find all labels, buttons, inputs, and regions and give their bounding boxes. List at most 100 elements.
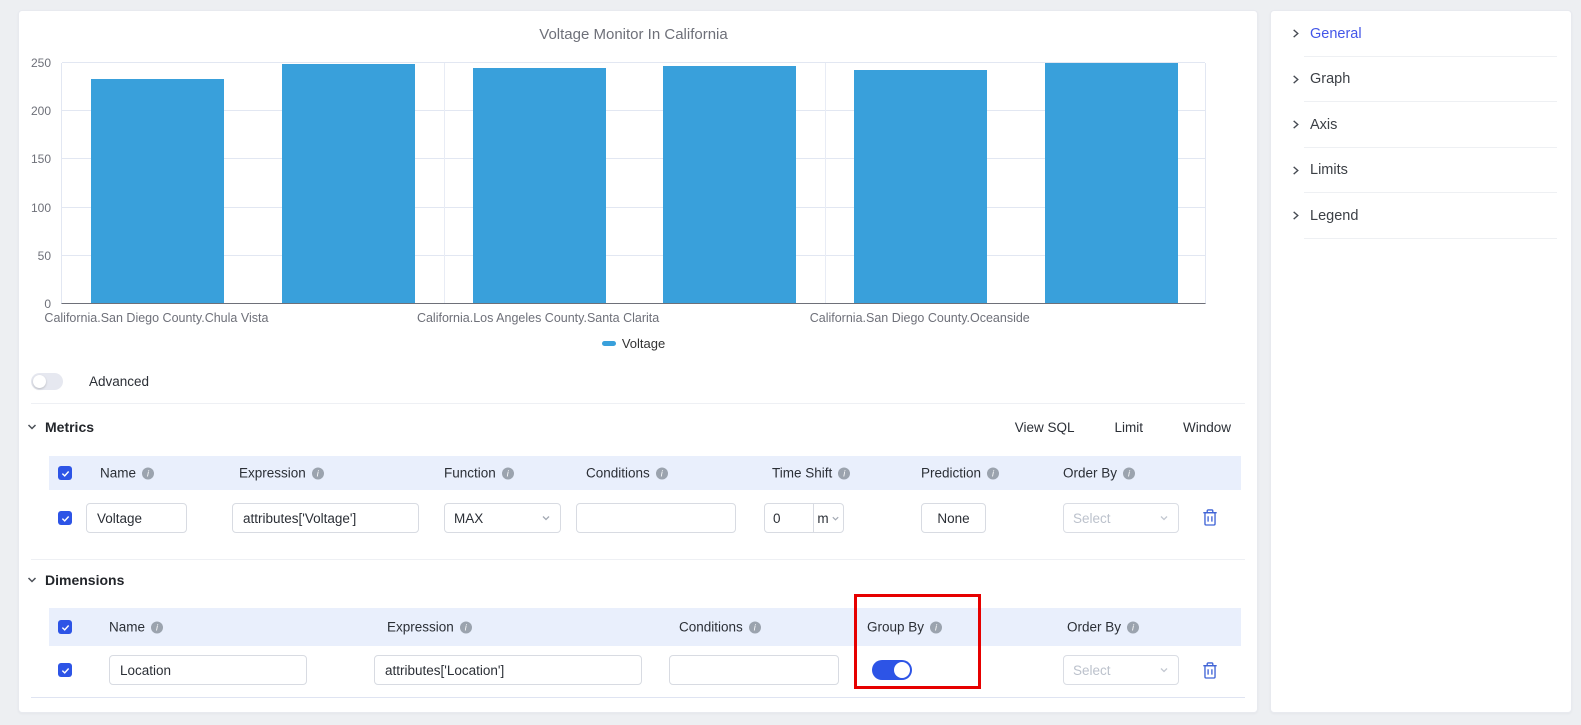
column-header-name: Name bbox=[109, 620, 164, 635]
check-icon bbox=[61, 470, 69, 477]
info-icon bbox=[142, 467, 155, 479]
dimensions-row-checkbox[interactable] bbox=[58, 663, 72, 677]
y-axis-labels: 0 50 100 150 200 250 bbox=[19, 56, 55, 311]
check-icon bbox=[61, 667, 69, 674]
metric-order-by-select[interactable]: Select bbox=[1063, 503, 1179, 533]
time-shift-control: m bbox=[764, 503, 844, 533]
chevron-right-icon bbox=[1293, 29, 1299, 38]
toggle-knob-icon bbox=[33, 374, 46, 388]
delete-metric-icon[interactable] bbox=[1201, 508, 1219, 527]
column-header-prediction: Prediction bbox=[921, 466, 1000, 481]
column-header-expression: Expression bbox=[387, 620, 472, 635]
metrics-row-checkbox[interactable] bbox=[58, 511, 72, 525]
dimension-name-input[interactable] bbox=[109, 655, 307, 685]
info-icon bbox=[459, 621, 472, 633]
column-header-conditions: Conditions bbox=[679, 620, 761, 635]
legend-item-voltage[interactable]: Voltage bbox=[61, 335, 1206, 351]
metric-conditions-input[interactable] bbox=[576, 503, 736, 533]
y-tick-label: 150 bbox=[30, 152, 51, 167]
y-tick-label: 50 bbox=[37, 248, 51, 263]
info-icon bbox=[151, 621, 164, 633]
metric-expression-input[interactable] bbox=[232, 503, 419, 533]
chevron-down-icon[interactable] bbox=[26, 421, 38, 433]
column-header-conditions: Conditions bbox=[586, 466, 668, 481]
divider bbox=[31, 559, 1245, 560]
chart-settings-sidebar: General Graph Axis Limits Legend bbox=[1270, 10, 1572, 713]
chevron-down-icon bbox=[1160, 516, 1168, 521]
sidebar-item-legend[interactable]: Legend bbox=[1271, 193, 1571, 239]
check-icon bbox=[61, 515, 69, 522]
function-select[interactable]: MAX bbox=[444, 503, 561, 533]
bar-chart-plot-area bbox=[61, 62, 1206, 304]
chart-config-panel: Voltage Monitor In California 0 50 100 150 2… bbox=[18, 10, 1258, 713]
divider bbox=[31, 403, 1245, 404]
y-tick-label: 250 bbox=[30, 56, 51, 70]
dimensions-header-checkbox[interactable] bbox=[58, 620, 72, 634]
column-header-order-by: Order By bbox=[1063, 466, 1136, 481]
check-icon bbox=[61, 624, 69, 631]
dimensions-section-title: Dimensions bbox=[45, 572, 125, 588]
x-axis-labels: California.San Diego County.Chula Vista C… bbox=[44, 311, 1206, 327]
prediction-button[interactable]: None bbox=[921, 503, 986, 533]
x-axis-label: California.San Diego County.Chula Vista bbox=[44, 311, 269, 325]
info-icon bbox=[930, 621, 943, 633]
chart-title: Voltage Monitor In California bbox=[539, 26, 728, 43]
dimensions-table-header: Name Expression Conditions Group By Orde… bbox=[49, 608, 1241, 646]
info-icon bbox=[838, 467, 851, 479]
info-icon bbox=[311, 467, 324, 479]
voltage-bar bbox=[472, 67, 606, 303]
chevron-down-icon bbox=[542, 516, 550, 521]
y-tick-label: 0 bbox=[44, 297, 51, 311]
column-header-time-shift: Time Shift bbox=[772, 466, 851, 481]
chevron-down-icon bbox=[832, 516, 839, 521]
sidebar-item-graph[interactable]: Graph bbox=[1271, 57, 1571, 103]
info-icon bbox=[501, 467, 514, 479]
info-icon bbox=[987, 467, 1000, 479]
voltage-bar bbox=[663, 65, 797, 303]
column-header-function: Function bbox=[444, 466, 514, 481]
advanced-label: Advanced bbox=[89, 373, 150, 389]
metrics-header-checkbox[interactable] bbox=[58, 466, 72, 480]
legend-swatch-icon bbox=[601, 340, 616, 346]
metric-name-input[interactable] bbox=[86, 503, 187, 533]
divider bbox=[31, 697, 1245, 698]
column-header-name: Name bbox=[100, 466, 155, 481]
voltage-bar bbox=[1045, 62, 1179, 303]
chevron-right-icon bbox=[1293, 166, 1299, 175]
advanced-toggle[interactable] bbox=[31, 372, 63, 390]
chevron-right-icon bbox=[1293, 211, 1299, 220]
group-by-toggle[interactable] bbox=[872, 660, 912, 680]
x-axis-label: California.Los Angeles County.Santa Clar… bbox=[416, 311, 660, 325]
time-shift-unit-select[interactable]: m bbox=[813, 503, 844, 533]
dimension-order-by-select[interactable]: Select bbox=[1063, 655, 1179, 685]
info-icon bbox=[748, 621, 761, 633]
info-icon bbox=[655, 467, 668, 479]
time-shift-input[interactable] bbox=[764, 503, 814, 533]
column-header-group-by: Group By bbox=[867, 620, 943, 635]
y-tick-label: 100 bbox=[30, 200, 51, 215]
chevron-down-icon[interactable] bbox=[26, 574, 38, 586]
x-axis-label: California.San Diego County.Oceanside bbox=[809, 311, 1030, 325]
dimension-expression-input[interactable] bbox=[374, 655, 642, 685]
column-header-order-by: Order By bbox=[1067, 620, 1140, 635]
dimension-conditions-input[interactable] bbox=[669, 655, 839, 685]
limit-link[interactable]: Limit bbox=[1114, 420, 1143, 435]
voltage-bar bbox=[90, 79, 224, 303]
metrics-section-title: Metrics bbox=[45, 419, 95, 435]
chevron-right-icon bbox=[1293, 75, 1299, 84]
sidebar-item-limits[interactable]: Limits bbox=[1271, 148, 1571, 194]
column-header-expression: Expression bbox=[239, 466, 324, 481]
view-sql-link[interactable]: View SQL bbox=[1015, 420, 1075, 435]
voltage-bar bbox=[281, 63, 415, 303]
y-tick-label: 200 bbox=[30, 104, 51, 119]
voltage-bar bbox=[854, 69, 988, 303]
metrics-table-header: Name Expression Function Conditions Time… bbox=[49, 456, 1241, 490]
delete-dimension-icon[interactable] bbox=[1201, 661, 1219, 680]
sidebar-item-axis[interactable]: Axis bbox=[1271, 102, 1571, 148]
sidebar-item-general[interactable]: General bbox=[1271, 11, 1571, 57]
info-icon bbox=[1123, 467, 1136, 479]
window-link[interactable]: Window bbox=[1183, 420, 1231, 435]
toggle-knob-icon bbox=[894, 662, 910, 678]
chevron-down-icon bbox=[1160, 668, 1168, 673]
info-icon bbox=[1127, 621, 1140, 633]
